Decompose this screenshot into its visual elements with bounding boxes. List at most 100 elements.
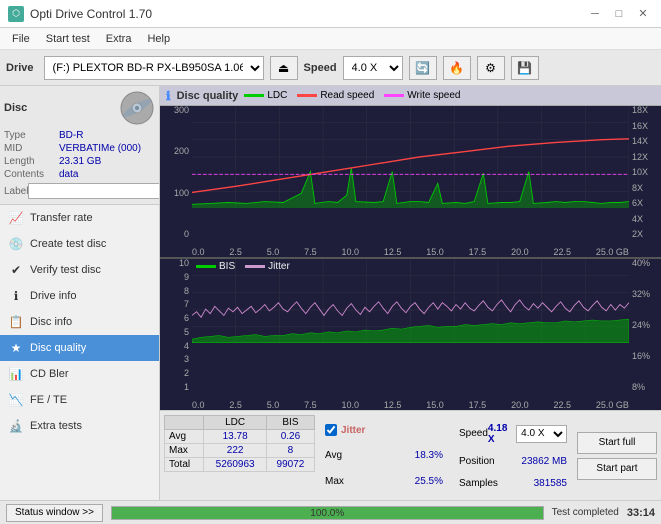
nav-item-extra-tests[interactable]: 🔬 Extra tests [0, 413, 159, 439]
save-button[interactable]: 💾 [511, 56, 539, 80]
chart-header: ℹ Disc quality LDC Read speed Write spee… [160, 86, 661, 106]
jitter-avg-label: Avg [325, 450, 342, 461]
maximize-button[interactable]: □ [609, 4, 629, 24]
legend-write-speed-label: Write speed [407, 90, 460, 101]
status-bar: Status window >> 100.0% Test completed 3… [0, 500, 661, 524]
chart-container: ℹ Disc quality LDC Read speed Write spee… [160, 86, 661, 500]
charts-wrapper: 300 200 100 0 18X 16X 14X 12X 10X 8X 6X … [160, 106, 661, 410]
eject-button[interactable]: ⏏ [270, 56, 298, 80]
samples-row: Samples 381585 [459, 478, 567, 489]
nav-label-disc-info: Disc info [30, 316, 72, 328]
create-test-disc-icon: 💿 [8, 236, 24, 252]
stats-max-row: Max 222 8 [165, 444, 315, 458]
nav-label-verify-test-disc: Verify test disc [30, 264, 101, 276]
speed-label: Speed [304, 62, 337, 74]
nav-item-verify-test-disc[interactable]: ✔ Verify test disc [0, 257, 159, 283]
status-time: 33:14 [627, 507, 655, 519]
legend-read-speed-label: Read speed [320, 90, 374, 101]
bottom-legend: BIS Jitter [196, 261, 290, 272]
bottom-chart: BIS Jitter 10 9 8 7 6 5 4 3 [160, 259, 661, 410]
speed-select-stats[interactable]: 4.0 X [516, 425, 567, 443]
stats-table: LDC BIS Avg 13.78 0.26 Max [164, 415, 315, 472]
disc-contents-value: data [59, 169, 78, 180]
bottom-chart-svg [192, 259, 629, 359]
jitter-label: Jitter [341, 425, 365, 436]
speed-val-row: Speed 4.18 X 4.0 X [459, 423, 567, 445]
nav-label-drive-info: Drive info [30, 290, 76, 302]
legend-jitter: Jitter [245, 261, 290, 272]
menu-help[interactable]: Help [139, 31, 178, 47]
menu-bar: File Start test Extra Help [0, 28, 661, 50]
chart-legend-top: LDC Read speed Write speed [244, 90, 460, 101]
settings-button[interactable]: ⚙ [477, 56, 505, 80]
write-speed-color [384, 94, 404, 97]
disc-label-input[interactable] [28, 183, 160, 199]
menu-file[interactable]: File [4, 31, 38, 47]
status-window-button[interactable]: Status window >> [6, 504, 103, 522]
main-content: Disc Type BD-R MID VERBATIMe (000) Lengt… [0, 86, 661, 500]
nav-item-disc-info[interactable]: 📋 Disc info [0, 309, 159, 335]
nav-item-disc-quality[interactable]: ★ Disc quality [0, 335, 159, 361]
nav-item-cd-bler[interactable]: 📊 CD Bler [0, 361, 159, 387]
disc-header: Disc [4, 90, 155, 126]
disc-length-label: Length [4, 156, 59, 167]
menu-start-test[interactable]: Start test [38, 31, 98, 47]
nav-item-create-test-disc[interactable]: 💿 Create test disc [0, 231, 159, 257]
toolbar: Drive (F:) PLEXTOR BD-R PX-LB950SA 1.06 … [0, 50, 661, 86]
samples-value: 381585 [534, 478, 567, 489]
jitter-section: Jitter Avg 18.3% Max 25.5% [319, 415, 449, 496]
progress-bar: 100.0% [111, 506, 544, 520]
jitter-max-row: Max 25.5% [325, 476, 443, 487]
disc-image-icon [119, 90, 155, 126]
legend-jitter-label: Jitter [268, 261, 290, 272]
avg-ldc: 13.78 [204, 430, 267, 444]
refresh-button[interactable]: 🔄 [409, 56, 437, 80]
max-label: Max [165, 444, 204, 458]
app-title: Opti Drive Control 1.70 [30, 7, 152, 21]
window-controls: ─ □ ✕ [585, 4, 653, 24]
nav-item-drive-info[interactable]: ℹ Drive info [0, 283, 159, 309]
burn-button[interactable]: 🔥 [443, 56, 471, 80]
total-label: Total [165, 458, 204, 472]
disc-mid-label: MID [4, 143, 59, 154]
chart-title: Disc quality [177, 90, 239, 102]
jitter-max-label: Max [325, 476, 344, 487]
ldc-color [244, 94, 264, 97]
legend-ldc: LDC [244, 90, 287, 101]
start-full-button[interactable]: Start full [577, 432, 657, 454]
drive-info-icon: ℹ [8, 288, 24, 304]
position-label: Position [459, 456, 495, 467]
top-chart: 300 200 100 0 18X 16X 14X 12X 10X 8X 6X … [160, 106, 661, 259]
progress-text: 100.0% [112, 507, 543, 521]
col-header-bis: BIS [266, 416, 314, 430]
menu-extra[interactable]: Extra [98, 31, 140, 47]
close-button[interactable]: ✕ [633, 4, 653, 24]
max-ldc: 222 [204, 444, 267, 458]
legend-write-speed: Write speed [384, 90, 460, 101]
minimize-button[interactable]: ─ [585, 4, 605, 24]
drive-select[interactable]: (F:) PLEXTOR BD-R PX-LB950SA 1.06 [44, 56, 264, 80]
stats-row: LDC BIS Avg 13.78 0.26 Max [164, 415, 657, 496]
disc-contents-row: Contents data [4, 169, 155, 180]
jitter-checkbox[interactable] [325, 424, 337, 436]
app-icon: ⬡ [8, 6, 24, 22]
jitter-max-value: 25.5% [415, 476, 443, 487]
stats-avg-row: Avg 13.78 0.26 [165, 430, 315, 444]
stats-area: LDC BIS Avg 13.78 0.26 Max [160, 410, 661, 500]
nav-label-disc-quality: Disc quality [30, 342, 86, 354]
nav-item-transfer-rate[interactable]: 📈 Transfer rate [0, 205, 159, 231]
jitter-avg-value: 18.3% [415, 450, 443, 461]
disc-type-value: BD-R [59, 130, 83, 141]
speed-section: Speed 4.18 X 4.0 X Position 23862 MB Sam… [453, 415, 573, 496]
speed-select[interactable]: 4.0 X [343, 56, 403, 80]
total-bis: 99072 [266, 458, 314, 472]
col-header-empty [165, 416, 204, 430]
action-panel: Start full Start part [577, 415, 657, 496]
extra-tests-icon: 🔬 [8, 418, 24, 434]
max-bis: 8 [266, 444, 314, 458]
disc-length-row: Length 23.31 GB [4, 156, 155, 167]
bis-color [196, 265, 216, 268]
nav-item-fe-te[interactable]: 📉 FE / TE [0, 387, 159, 413]
position-value: 23862 MB [521, 456, 567, 467]
start-part-button[interactable]: Start part [577, 458, 657, 480]
